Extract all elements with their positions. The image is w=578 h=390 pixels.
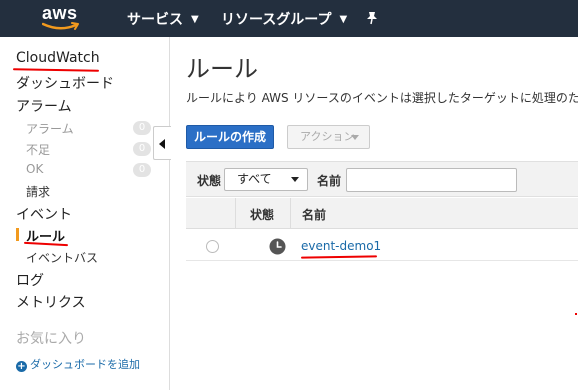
- aws-logo-text: aws: [42, 3, 78, 23]
- sidebar-item-event-bus[interactable]: イベントバス: [26, 249, 98, 266]
- main-content: ルール ルールにより AWS リソースのイベントは選択したターゲットに処理のた …: [171, 37, 578, 390]
- pin-icon[interactable]: [366, 11, 378, 25]
- triangle-left-icon: [159, 139, 165, 149]
- page-description: ルールにより AWS リソースのイベントは選択したターゲットに処理のた: [186, 91, 578, 105]
- sidebar-item-metrics[interactable]: メトリクス: [16, 292, 86, 312]
- sidebar-item-alarms[interactable]: アラーム: [16, 96, 72, 116]
- clock-icon: [269, 238, 286, 255]
- table-header: 状態 名前: [186, 198, 578, 229]
- annotation-mark: [575, 313, 577, 315]
- sidebar-item-dashboard[interactable]: ダッシュボード: [16, 73, 114, 93]
- page-title: ルール: [186, 55, 258, 83]
- services-menu-label: サービス: [127, 12, 183, 28]
- sidebar-item-alarm-state[interactable]: アラーム: [26, 120, 74, 137]
- column-header-name[interactable]: 名前: [302, 206, 326, 223]
- actions-button-label: アクション: [300, 130, 355, 143]
- status-filter-label: 状態: [197, 174, 222, 188]
- plus-circle-icon: +: [16, 361, 27, 372]
- chevron-down-icon: ▼: [339, 14, 348, 25]
- create-rule-button[interactable]: ルールの作成: [186, 125, 274, 149]
- favorites-heading: お気に入り: [16, 331, 86, 347]
- annotation-underline-cloudwatch: [12, 68, 100, 72]
- add-dashboard-link[interactable]: + ダッシュボードを追加: [16, 356, 140, 372]
- chevron-down-icon: ▼: [191, 14, 199, 25]
- add-dashboard-label: ダッシュボードを追加: [30, 358, 140, 371]
- sidebar-item-cloudwatch[interactable]: CloudWatch: [16, 50, 100, 66]
- column-divider: [290, 198, 291, 229]
- table-row: event-demo1: [186, 229, 578, 261]
- status-filter-select[interactable]: すべて: [224, 168, 308, 191]
- ok-count-badge: 0: [133, 163, 151, 177]
- chevron-down-icon: [351, 135, 359, 140]
- name-filter-label: 名前: [317, 174, 342, 188]
- active-item-marker: [16, 228, 19, 241]
- aws-logo[interactable]: aws: [42, 3, 86, 33]
- chevron-down-icon: [291, 177, 299, 182]
- aws-smile-icon: [42, 22, 79, 30]
- rule-name-link[interactable]: event-demo1: [301, 239, 381, 253]
- sidebar-item-events[interactable]: イベント: [16, 204, 72, 224]
- row-select-radio[interactable]: [206, 240, 219, 253]
- sidebar: CloudWatch ダッシュボード アラーム アラーム 0 不足 0 OK 0…: [0, 37, 171, 390]
- resource-groups-menu[interactable]: リソースグループ ▼: [221, 9, 347, 29]
- insufficient-count-badge: 0: [133, 142, 151, 156]
- name-filter-input[interactable]: [346, 168, 517, 192]
- services-menu[interactable]: サービス ▼: [127, 9, 199, 29]
- top-navigation-bar: aws サービス ▼ リソースグループ ▼: [0, 0, 578, 37]
- column-divider: [235, 198, 236, 229]
- filter-bar: 状態 すべて 名前: [186, 161, 578, 197]
- column-header-status[interactable]: 状態: [250, 206, 274, 223]
- sidebar-item-insufficient[interactable]: 不足: [26, 141, 50, 158]
- actions-button[interactable]: アクション: [287, 125, 370, 149]
- sidebar-item-logs[interactable]: ログ: [16, 270, 44, 290]
- collapse-sidebar-button[interactable]: [153, 126, 171, 160]
- status-filter-value: すべて: [237, 172, 272, 186]
- sidebar-item-ok[interactable]: OK: [26, 162, 43, 176]
- alarm-count-badge: 0: [133, 121, 151, 135]
- resource-groups-menu-label: リソースグループ: [221, 12, 332, 28]
- sidebar-item-billing[interactable]: 請求: [26, 183, 50, 200]
